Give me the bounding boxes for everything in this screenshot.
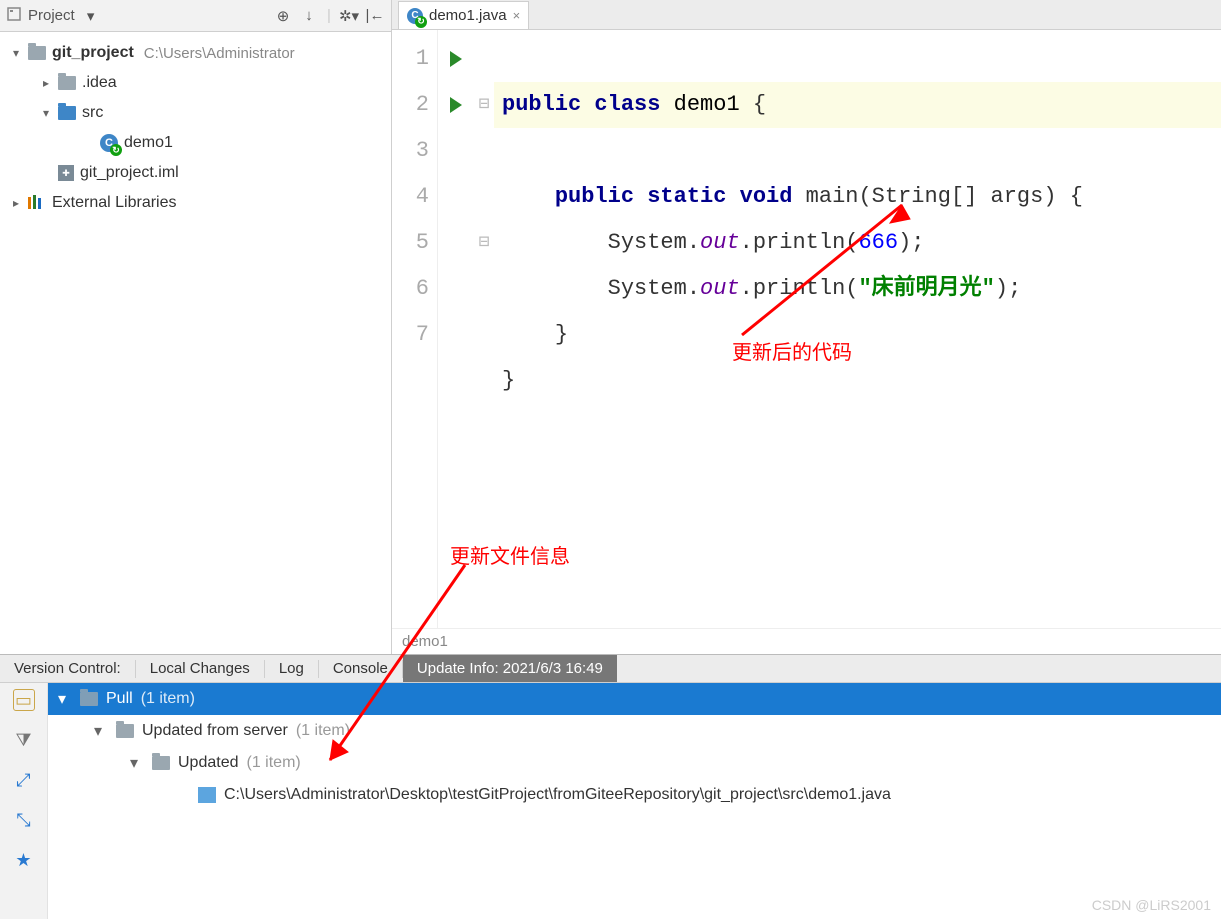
java-file-icon — [198, 787, 216, 803]
class-icon: C — [100, 134, 118, 152]
version-control-panel: Version Control: Local Changes Log Conso… — [0, 654, 1221, 919]
chevron-down-icon[interactable]: ▾ — [130, 753, 144, 773]
chevron-right-icon[interactable]: ▸ — [10, 196, 22, 210]
vc-tab-local-changes[interactable]: Local Changes — [136, 660, 264, 677]
libraries-icon — [28, 195, 46, 211]
editor-tabs: C demo1.java × — [392, 0, 1221, 30]
project-icon — [6, 6, 22, 26]
fold-gutter: ⊟⊟ — [474, 30, 494, 628]
tree-node-root[interactable]: ▾ git_project C:\Users\Administrator — [0, 38, 391, 68]
vc-tab-log[interactable]: Log — [265, 660, 318, 677]
import-icon[interactable]: ★ — [13, 849, 35, 871]
class-icon: C — [407, 8, 423, 24]
annotation-code-updated: 更新后的代码 — [732, 330, 852, 376]
code-content[interactable]: public class demo1 { public static void … — [494, 30, 1221, 628]
project-panel: Project ▾ ⊕ ↓ | ✲▾ |← ▾ git_project C:\U… — [0, 0, 392, 654]
project-panel-header: Project ▾ ⊕ ↓ | ✲▾ |← — [0, 0, 391, 32]
vc-tab-console[interactable]: Console — [319, 660, 402, 677]
project-panel-title: Project — [28, 7, 75, 24]
tab-label: demo1.java — [429, 7, 507, 24]
vc-row-updated-from-server[interactable]: ▾ Updated from server (1 item) — [48, 715, 1221, 747]
folder-icon — [80, 692, 98, 706]
vc-header-label: Version Control: — [0, 660, 135, 677]
chevron-down-icon[interactable]: ▾ — [40, 106, 52, 120]
tree-node-demo1[interactable]: C demo1 — [0, 128, 391, 158]
chevron-down-icon[interactable]: ▾ — [10, 46, 22, 60]
annotation-update-files: 更新文件信息 — [450, 540, 570, 569]
code-editor[interactable]: 1234567 ⊟⊟ public class demo1 { public s… — [392, 30, 1221, 628]
chevron-down-icon[interactable]: ▾ — [58, 689, 72, 709]
tree-label: External Libraries — [52, 194, 177, 212]
module-file-icon: ✚ — [58, 165, 74, 181]
breadcrumb[interactable]: demo1 — [392, 628, 1221, 654]
fold-open-icon[interactable]: ⊟ — [474, 82, 494, 128]
collapse-all-icon[interactable]: ⤡ — [13, 809, 35, 831]
line-number-gutter: 1234567 — [392, 30, 438, 628]
vc-tabs: Version Control: Local Changes Log Conso… — [0, 655, 1221, 683]
vc-update-tree[interactable]: ▾ Pull (1 item) ▾ Updated from server (1… — [48, 683, 1221, 919]
chevron-down-icon[interactable]: ▾ — [94, 721, 108, 741]
tree-path: C:\Users\Administrator — [144, 45, 295, 62]
tree-node-iml[interactable]: ✚ git_project.iml — [0, 158, 391, 188]
filter-icon[interactable]: ⧩ — [13, 729, 35, 751]
chevron-right-icon[interactable]: ▸ — [40, 76, 52, 90]
project-view-dropdown[interactable]: ▾ — [81, 6, 101, 26]
run-line-icon[interactable] — [438, 82, 474, 128]
project-tree[interactable]: ▾ git_project C:\Users\Administrator ▸ .… — [0, 32, 391, 654]
run-line-icon[interactable] — [438, 36, 474, 82]
tree-label: git_project — [52, 44, 134, 62]
editor-tab-demo1[interactable]: C demo1.java × — [398, 1, 529, 29]
tree-node-idea[interactable]: ▸ .idea — [0, 68, 391, 98]
tree-node-src[interactable]: ▾ src — [0, 98, 391, 128]
folder-icon — [116, 724, 134, 738]
tree-node-external-libs[interactable]: ▸ External Libraries — [0, 188, 391, 218]
folder-icon — [58, 76, 76, 90]
tree-label: demo1 — [124, 134, 173, 152]
source-folder-icon — [58, 106, 76, 120]
run-gutter — [438, 30, 474, 628]
refresh-icon[interactable]: ↓ — [299, 6, 319, 26]
tree-label: src — [82, 104, 103, 122]
expand-all-icon[interactable]: ⤢ — [13, 769, 35, 791]
divider: | — [325, 6, 333, 26]
hide-panel-icon[interactable]: |← — [365, 6, 385, 26]
watermark: CSDN @LiRS2001 — [1092, 897, 1211, 913]
gear-icon[interactable]: ✲▾ — [339, 6, 359, 26]
fold-close-icon[interactable]: ⊟ — [474, 220, 494, 266]
vc-row-updated[interactable]: ▾ Updated (1 item) — [48, 747, 1221, 779]
close-icon[interactable]: × — [513, 8, 521, 23]
vc-row-pull[interactable]: ▾ Pull (1 item) — [48, 683, 1221, 715]
folder-icon — [152, 756, 170, 770]
scroll-from-source-icon[interactable]: ⊕ — [273, 6, 293, 26]
tree-label: .idea — [82, 74, 117, 92]
tree-label: git_project.iml — [80, 164, 179, 182]
vc-side-toolbar: ▭ ⧩ ⤢ ⤡ ★ — [0, 683, 48, 919]
group-icon[interactable]: ▭ — [13, 689, 35, 711]
vc-row-file[interactable]: C:\Users\Administrator\Desktop\testGitPr… — [48, 779, 1221, 811]
folder-icon — [28, 46, 46, 60]
vc-tab-update-info[interactable]: Update Info: 2021/6/3 16:49 — [403, 655, 617, 682]
